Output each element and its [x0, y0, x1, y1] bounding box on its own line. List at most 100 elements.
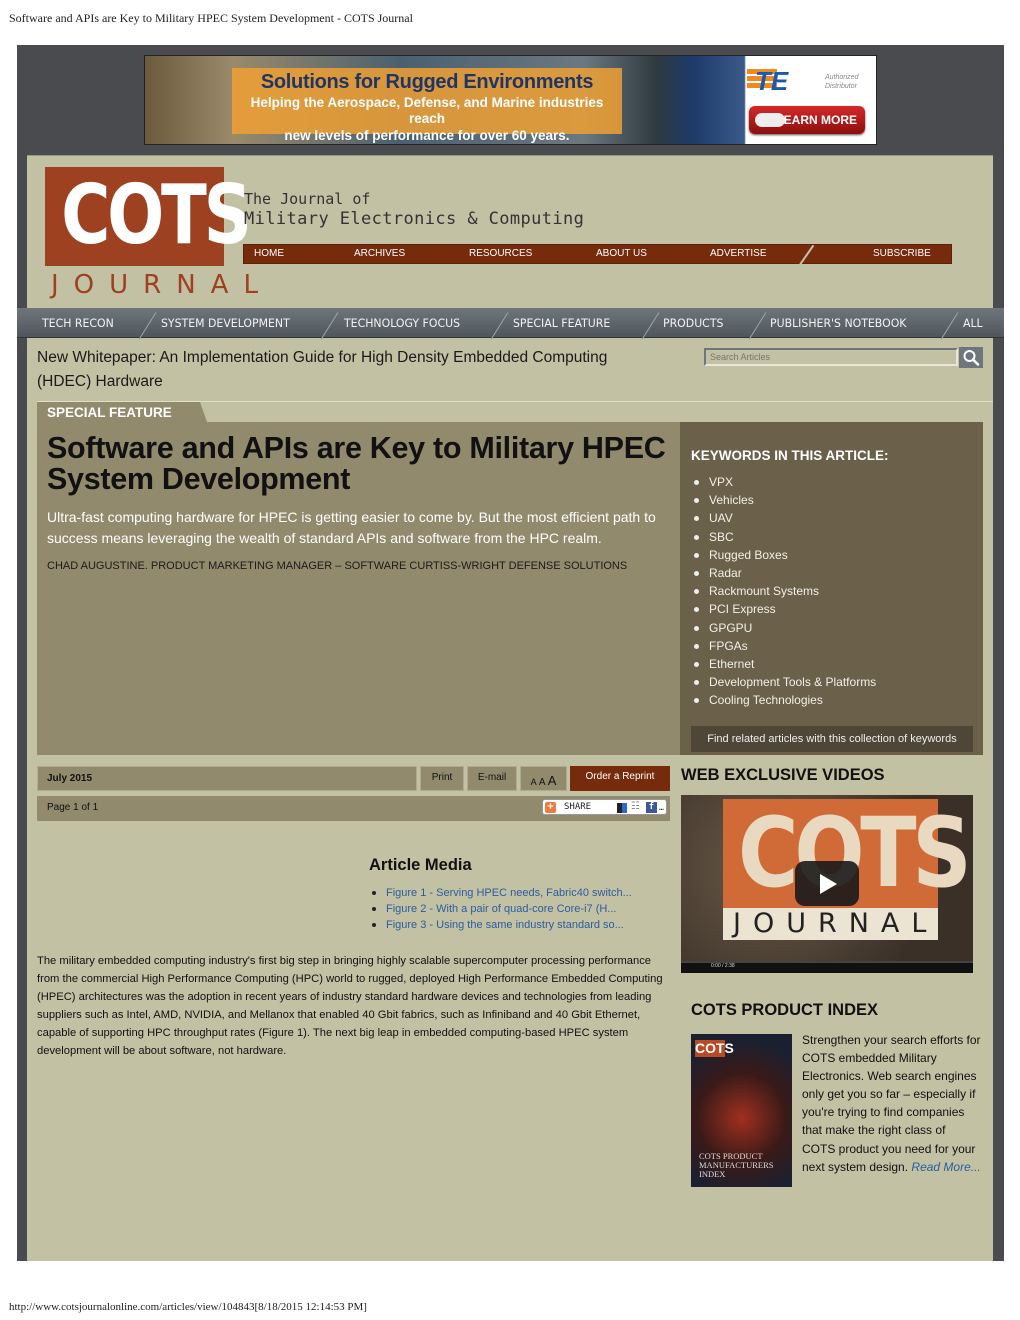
- keyword-item[interactable]: Ethernet: [691, 655, 876, 673]
- keyword-item[interactable]: Development Tools & Platforms: [691, 673, 876, 691]
- nav-about-us[interactable]: ABOUT US: [596, 248, 647, 259]
- figure-2-link[interactable]: Figure 2 - With a pair of quad-core Core…: [386, 903, 616, 915]
- article-byline: CHAD AUGUSTINE. PRODUCT MARKETING MANAGE…: [47, 560, 628, 572]
- section-tab: SPECIAL FEATURE: [37, 402, 207, 422]
- keyword-item[interactable]: Cooling Technologies: [691, 691, 876, 709]
- keyword-item[interactable]: UAV: [691, 509, 876, 527]
- nav-resources[interactable]: RESOURCES: [469, 248, 532, 259]
- browser-page-title: Software and APIs are Key to Military HP…: [9, 11, 413, 25]
- video-thumb-journal: JOURNAL: [723, 908, 938, 940]
- section-nav: TECH RECON SYSTEM DEVELOPMENT TECHNOLOGY…: [17, 308, 1004, 340]
- media-item: Figure 3 - Using the same industry stand…: [369, 917, 632, 933]
- banner-ad-brand: TE: [755, 66, 789, 96]
- page-bar: Page 1 of 1 + SHARE ☷ f …: [37, 796, 670, 821]
- figure-3-link[interactable]: Figure 3 - Using the same industry stand…: [386, 919, 624, 931]
- section-tab-label: SPECIAL FEATURE: [47, 405, 172, 420]
- figure-1-link[interactable]: Figure 1 - Serving HPEC needs, Fabric40 …: [386, 887, 632, 899]
- section-nav-divider: [940, 312, 959, 340]
- font-size-medium-button[interactable]: A: [539, 777, 545, 788]
- keywords-panel: KEYWORDS IN THIS ARTICLE: VPX Vehicles U…: [680, 422, 983, 755]
- video-controls[interactable]: 0:00 / 2:38: [681, 961, 973, 973]
- article-deck: Ultra-fast computing hardware for HPEC i…: [47, 509, 656, 546]
- play-icon[interactable]: [795, 861, 859, 906]
- banner-ad-textbox: Solutions for Rugged Environments Helpin…: [232, 68, 622, 143]
- search-input[interactable]: [704, 348, 958, 366]
- keyword-item[interactable]: Rugged Boxes: [691, 546, 876, 564]
- banner-ad-learn-more-button[interactable]: LEARN MORE: [749, 106, 865, 134]
- order-reprint-button[interactable]: Order a Reprint: [570, 766, 670, 791]
- cots-logo[interactable]: COTS: [45, 167, 252, 266]
- media-item: Figure 1 - Serving HPEC needs, Fabric40 …: [369, 885, 632, 901]
- browser-footer-url: http://www.cotsjournalonline.com/article…: [9, 1301, 367, 1313]
- facebook-icon[interactable]: f: [646, 802, 657, 813]
- distributor-logo-icon: [755, 113, 785, 127]
- article-media-list: Figure 1 - Serving HPEC needs, Fabric40 …: [369, 885, 632, 933]
- banner-ad-headline: Solutions for Rugged Environments: [260, 71, 594, 93]
- section-nav-divider: [490, 312, 509, 340]
- email-button[interactable]: E-mail: [467, 766, 517, 791]
- nav-home[interactable]: HOME: [254, 248, 284, 259]
- article-toolbar: July 2015: [37, 766, 417, 791]
- article-date: July 2015: [47, 773, 93, 784]
- logo-journal-text: JOURNAL: [51, 270, 273, 300]
- keywords-list: VPX Vehicles UAV SBC Rugged Boxes Radar …: [691, 473, 876, 710]
- media-item: Figure 2 - With a pair of quad-core Core…: [369, 901, 632, 917]
- section-nav-technology-focus[interactable]: TECHNOLOGY FOCUS: [344, 316, 460, 330]
- keywords-title: KEYWORDS IN THIS ARTICLE:: [691, 448, 889, 463]
- nav-subscribe[interactable]: SUBSCRIBE: [873, 248, 931, 259]
- videos-title: WEB EXCLUSIVE VIDEOS: [681, 766, 885, 784]
- logo-text: COTS: [61, 168, 252, 263]
- tagline-line-2: Military Electronics & Computing: [244, 209, 585, 229]
- nav-divider: [797, 244, 815, 268]
- section-nav-all[interactable]: ALL: [963, 316, 983, 330]
- keyword-item[interactable]: Vehicles: [691, 491, 876, 509]
- search-button[interactable]: [959, 347, 983, 368]
- share-button[interactable]: + SHARE ☷ f …: [542, 799, 667, 815]
- section-nav-tech-recon[interactable]: TECH RECON: [42, 316, 114, 330]
- whitepaper-link[interactable]: New Whitepaper: An Implementation Guide …: [37, 346, 647, 394]
- keyword-item[interactable]: SBC: [691, 528, 876, 546]
- font-size-small-button[interactable]: A: [531, 777, 537, 787]
- share-label: SHARE: [564, 802, 592, 812]
- banner-ad-authorized: Authorized Distributor: [825, 74, 859, 90]
- tagline-line-1: The Journal of: [244, 190, 371, 208]
- site-tagline: The Journal of Military Electronics & Co…: [244, 189, 584, 229]
- section-nav-publishers-notebook[interactable]: PUBLISHER'S NOTEBOOK: [770, 316, 906, 330]
- section-nav-special-feature[interactable]: SPECIAL FEATURE: [513, 316, 610, 330]
- digg-icon[interactable]: ☷: [631, 801, 640, 812]
- print-button[interactable]: Print: [420, 766, 464, 791]
- keyword-item[interactable]: GPGPU: [691, 619, 876, 637]
- banner-ad-cta: LEARN MORE: [776, 113, 857, 127]
- article-header: Software and APIs are Key to Military HP…: [37, 422, 680, 755]
- product-index-title: COTS PRODUCT INDEX: [691, 1001, 879, 1019]
- keyword-item[interactable]: VPX: [691, 473, 876, 491]
- article-body: The military embedded computing industry…: [37, 955, 663, 1058]
- banner-ad-subline-2: new levels of performance for over 60 ye…: [284, 128, 570, 143]
- font-size-large-button[interactable]: A: [548, 773, 557, 788]
- banner-ad[interactable]: Solutions for Rugged Environments Helpin…: [144, 55, 877, 145]
- nav-archives[interactable]: ARCHIVES: [354, 248, 405, 259]
- section-divider: [37, 401, 993, 402]
- nav-advertise[interactable]: ADVERTISE: [710, 248, 767, 259]
- cover-title: COTS PRODUCT MANUFACTURERS INDEX: [699, 1151, 774, 1179]
- read-more-link[interactable]: Read More...: [911, 1160, 980, 1174]
- keyword-item[interactable]: PCI Express: [691, 600, 876, 618]
- search-icon: [963, 350, 980, 366]
- section-nav-products[interactable]: PRODUCTS: [663, 316, 723, 330]
- article-title: Software and APIs are Key to Military HP…: [47, 431, 666, 496]
- video-player[interactable]: COTS JOURNAL 0:00 / 2:38: [681, 795, 973, 973]
- keyword-item[interactable]: Rackmount Systems: [691, 582, 876, 600]
- product-index-description: Strengthen your search efforts for COTS …: [802, 1033, 981, 1174]
- delicious-icon[interactable]: [617, 803, 627, 813]
- section-nav-divider: [641, 312, 660, 340]
- section-nav-divider: [320, 312, 339, 340]
- font-size-controls: A A A: [520, 766, 567, 791]
- section-nav-divider: [748, 312, 767, 340]
- page-info: Page 1 of 1: [47, 802, 99, 813]
- section-nav-system-development[interactable]: SYSTEM DEVELOPMENT: [161, 316, 290, 330]
- keyword-item[interactable]: FPGAs: [691, 637, 876, 655]
- keyword-item[interactable]: Radar: [691, 564, 876, 582]
- find-related-button[interactable]: Find related articles with this collecti…: [691, 726, 973, 752]
- more-share-icon[interactable]: …: [659, 803, 664, 812]
- product-index-cover[interactable]: COTS COTS PRODUCT MANUFACTURERS INDEX: [691, 1034, 792, 1187]
